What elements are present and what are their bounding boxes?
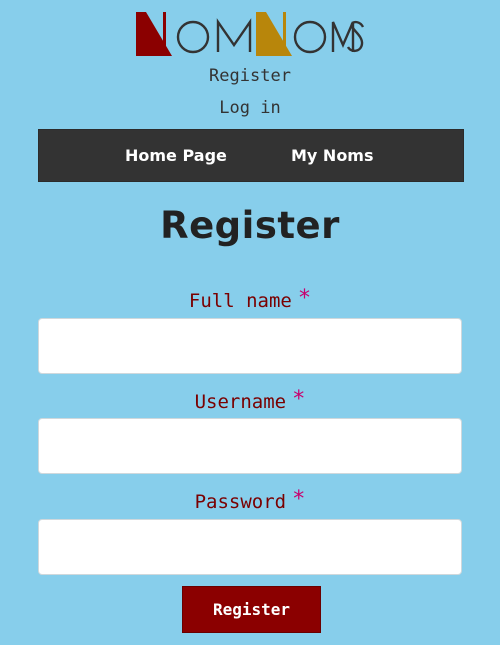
username-label: Username *	[0, 387, 500, 414]
logo-letter-m-2	[331, 21, 355, 52]
logo-graphic	[136, 12, 365, 56]
main-navbar: Home Page My Noms	[38, 129, 464, 182]
full-name-label-text: Full name	[188, 290, 292, 312]
nav-item-my-noms[interactable]: My Noms	[291, 146, 374, 165]
page-title: Register	[160, 204, 340, 247]
nomnoms-logo[interactable]	[136, 11, 368, 57]
logo-letter-o-2	[293, 20, 327, 54]
password-input[interactable]	[38, 519, 462, 575]
register-link[interactable]: Register	[0, 66, 500, 86]
logo-letter-n-gold	[256, 12, 292, 56]
full-name-label: Full name *	[0, 286, 500, 313]
password-label-text: Password	[194, 491, 287, 513]
username-input[interactable]	[38, 418, 462, 474]
register-submit-button[interactable]: Register	[182, 586, 321, 633]
username-label-text: Username	[194, 391, 287, 413]
password-label: Password *	[0, 487, 500, 514]
logo-letter-n-red	[136, 12, 172, 56]
required-asterisk: *	[292, 487, 306, 512]
logo-letter-m	[216, 18, 252, 52]
login-link[interactable]: Log in	[0, 98, 500, 118]
full-name-input[interactable]	[38, 318, 462, 374]
required-asterisk: *	[297, 286, 312, 311]
required-asterisk: *	[292, 387, 306, 412]
nav-item-home-page[interactable]: Home Page	[125, 146, 227, 165]
logo-letter-o	[176, 20, 210, 54]
